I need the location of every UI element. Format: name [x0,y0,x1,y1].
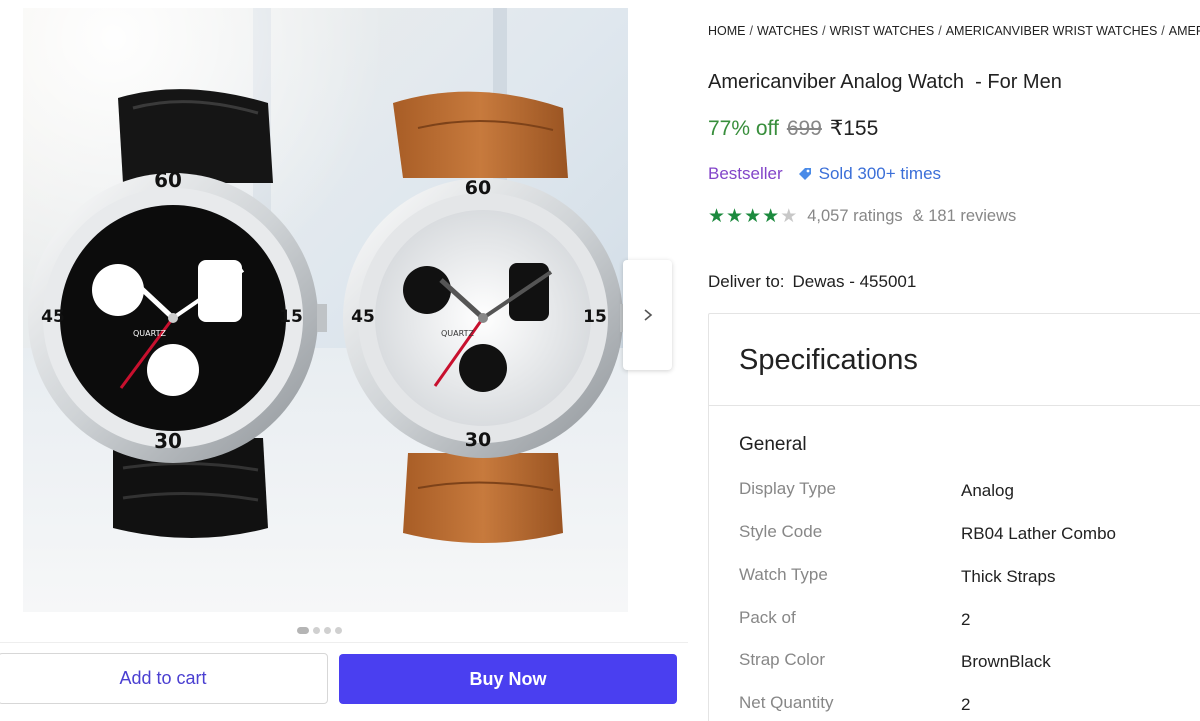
add-to-cart-button[interactable]: Add to cart [0,653,328,704]
sold-count: Sold 300+ times [797,164,941,184]
breadcrumb-wrist-watches[interactable]: WRIST WATCHES [830,24,935,38]
breadcrumb-home[interactable]: HOME [708,24,746,38]
spec-label: Strap Color [739,650,825,669]
spec-value: RB04 Lather Combo [961,524,1116,543]
dial-numeral-top: 60 [154,168,182,192]
spec-row-net-quantity: Net Quantity 2 [739,693,1200,719]
badge-row: Bestseller Sold 300+ times [708,164,941,184]
dial-numeral-bottom-2: 30 [465,429,491,451]
rating-stars: ★ ★ ★ ★ ★ [708,205,797,228]
tag-icon [798,168,811,180]
spec-row-watch-type: Watch Type Thick Straps [739,565,1200,591]
spec-value: BrownBlack [961,652,1051,671]
product-image[interactable]: 60 30 15 45 QUARTZ 60 30 15 45 QUARTZ [23,8,628,612]
discount-percent: 77% off [708,117,779,140]
buy-now-button[interactable]: Buy Now [339,654,677,704]
specifications-panel: Specifications General Display Type Anal… [708,313,1200,721]
star-icon: ★ [762,206,780,227]
spec-value: Thick Straps [961,567,1056,586]
spec-label: Style Code [739,522,823,541]
star-icon: ★ [708,206,726,227]
carousel-dot[interactable] [297,627,309,634]
spec-label: Net Quantity [739,693,834,712]
product-title: Americanviber Analog Watch - For Men [708,71,1062,93]
carousel-dot[interactable] [335,627,342,634]
spec-group-title: General [739,434,807,455]
reviews-count: & 181 reviews [912,207,1017,225]
deliver-pincode: Dewas - 455001 [792,272,917,291]
next-image-button[interactable] [623,260,672,370]
spec-value: Analog [961,481,1014,500]
star-icon: ★ [744,206,762,227]
dial-brand-text: QUARTZ [133,329,166,338]
product-photo: 60 30 15 45 QUARTZ 60 30 15 45 QUARTZ [23,8,628,612]
spec-value: 2 [961,610,971,629]
ratings-row[interactable]: ★ ★ ★ ★ ★ 4,057 ratings & 181 reviews [708,205,1016,228]
dial-numeral-left-2: 45 [351,307,375,327]
delivery-location[interactable]: Deliver to: Dewas - 455001 [708,272,916,292]
chevron-right-icon [643,309,652,321]
spec-label: Display Type [739,479,837,498]
price-row: 77% off 699 ₹155 [708,116,878,141]
dial-numeral-bottom: 30 [154,429,182,453]
dial-numeral-left: 45 [41,307,65,327]
carousel-indicator [297,627,342,634]
carousel-dot[interactable] [324,627,331,634]
spec-row-strap-color: Strap Color BrownBlack [739,650,1200,676]
sold-count-text: Sold 300+ times [818,164,942,183]
spec-row-pack-of: Pack of 2 [739,608,1200,634]
breadcrumb: HOME / WATCHES / WRIST WATCHES / AMERICANVIBER… [708,24,1200,38]
breadcrumb-watches[interactable]: WATCHES [757,24,818,38]
specifications-title: Specifications [739,344,918,376]
spec-row-style-code: Style Code RB04 Lather Combo [739,522,1200,548]
breadcrumb-brand-watches[interactable]: AMERICANVIBER WRIST WATCHES [946,24,1158,38]
deliver-label: Deliver to: [708,272,785,291]
dial-numeral-right: 15 [279,307,303,327]
ratings-count: 4,057 ratings [807,207,903,225]
spec-label: Pack of [739,608,796,627]
star-icon: ★ [726,206,744,227]
spec-row-display-type: Display Type Analog [739,479,1200,505]
specifications-header: Specifications [709,314,1200,406]
carousel-dot[interactable] [313,627,320,634]
spec-label: Watch Type [739,565,828,584]
selling-price: ₹155 [829,117,879,140]
dial-numeral-right-2: 15 [583,307,607,327]
star-icon: ★ [780,206,798,227]
bestseller-badge: Bestseller [708,164,783,183]
dial-numeral-top-2: 60 [465,177,491,199]
dial-brand-text-2: QUARTZ [441,329,474,338]
original-price: 699 [786,117,822,140]
breadcrumb-current[interactable]: AMER [1169,24,1200,38]
spec-value: 2 [961,695,971,714]
